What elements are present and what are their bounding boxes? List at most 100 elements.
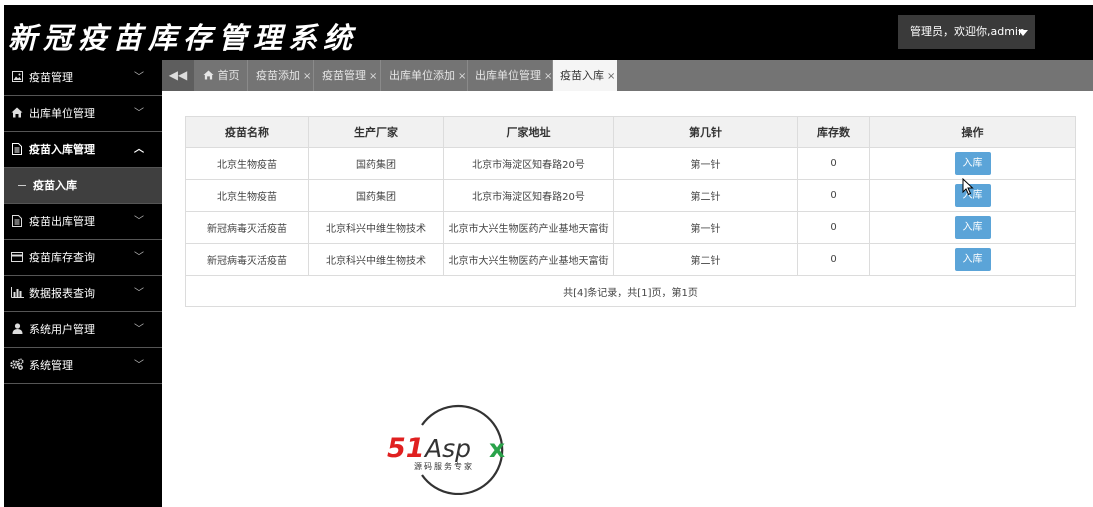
chevron-down-icon: ﹀ (134, 252, 144, 263)
sidebar-item-outbound[interactable]: 疫苗出库管理 ﹀ (4, 204, 162, 240)
home-icon (203, 69, 218, 82)
cell-name: 北京生物疫苗 (185, 147, 309, 180)
app: 新冠疫苗库存管理系统 管理员，欢迎你,admin 疫苗管理 ﹀ 出库单位管理 ﹀… (0, 0, 1093, 507)
cell-action: 入库 (869, 211, 1076, 244)
table-row: 新冠病毒灭活疫苗 北京科兴中维生物技术 北京市大兴生物医药产业基地天富街 第一针… (185, 211, 1076, 244)
inbound-button[interactable]: 入库 (954, 152, 991, 175)
tab-unit-add[interactable]: 出库单位添加 × (382, 60, 468, 91)
vaccine-table: 疫苗名称 生产厂家 厂家地址 第几针 库存数 操作 北京生物疫苗 国药集团 北京… (185, 116, 1076, 307)
column-header: 疫苗名称 (185, 116, 309, 148)
user-icon (10, 312, 24, 348)
sidebar: 疫苗管理 ﹀ 出库单位管理 ﹀ 疫苗入库管理 ︿ 疫苗入库 疫苗出库管理 ﹀ 疫… (4, 60, 162, 507)
cell-address: 北京市海淀区知春路20号 (443, 147, 614, 180)
watermark-logo: 51 Asp x 源码服务专家 (385, 403, 515, 496)
table-row: 北京生物疫苗 国药集团 北京市海淀区知春路20号 第一针 0 入库 (185, 147, 1076, 180)
close-icon[interactable]: × (303, 71, 311, 82)
sidebar-item-label: 疫苗出库管理 (29, 215, 95, 228)
tab-vaccine-add[interactable]: 疫苗添加 × (249, 60, 314, 91)
table-header-row: 疫苗名称 生产厂家 厂家地址 第几针 库存数 操作 (185, 116, 1076, 148)
column-header: 第几针 (613, 116, 798, 148)
column-header: 操作 (869, 116, 1076, 148)
tab-home[interactable]: 首页 (196, 60, 248, 91)
tab-label: 疫苗入库 (560, 69, 604, 82)
sidebar-item-label: 系统用户管理 (29, 323, 95, 336)
sidebar-item-label: 系统管理 (29, 359, 73, 372)
scroll-left-button[interactable]: ◀◀ (162, 60, 194, 91)
tab-label: 疫苗管理 (322, 69, 366, 82)
cell-name: 北京生物疫苗 (185, 179, 309, 212)
cell-maker: 北京科兴中维生物技术 (308, 211, 444, 244)
cell-address: 北京市大兴生物医药产业基地天富街 (443, 243, 614, 276)
sidebar-item-vaccine[interactable]: 疫苗管理 ﹀ (4, 60, 162, 96)
cell-action: 入库 (869, 243, 1076, 276)
tab-bar: ◀◀ 首页 疫苗添加 × 疫苗管理 × 出库单位添加 × 出库单位管理 × 疫苗入库 × (162, 60, 1093, 91)
sidebar-item-stock-query[interactable]: 疫苗库存查询 ﹀ (4, 240, 162, 276)
sidebar-item-label: 疫苗库存查询 (29, 251, 95, 264)
sidebar-item-users[interactable]: 系统用户管理 ﹀ (4, 312, 162, 348)
pager-row: 共[4]条记录，共[1]页，第1页 (185, 275, 1076, 307)
logo-brand-green: x (489, 434, 505, 463)
home-icon (10, 96, 24, 132)
header: 新冠疫苗库存管理系统 管理员，欢迎你,admin (4, 5, 1093, 60)
close-icon[interactable]: × (544, 71, 552, 82)
sidebar-item-outbound-unit[interactable]: 出库单位管理 ﹀ (4, 96, 162, 132)
gears-icon (10, 348, 24, 384)
cell-dose: 第二针 (613, 243, 798, 276)
tab-vaccine-manage[interactable]: 疫苗管理 × (315, 60, 381, 91)
inbound-button[interactable]: 入库 (954, 216, 991, 239)
logo-brand-red: 51 (387, 433, 425, 464)
table-row: 新冠病毒灭活疫苗 北京科兴中维生物技术 北京市大兴生物医药产业基地天富街 第二针… (185, 243, 1076, 276)
sidebar-item-label: 出库单位管理 (29, 107, 95, 120)
cell-address: 北京市海淀区知春路20号 (443, 179, 614, 212)
cell-dose: 第一针 (613, 147, 798, 180)
tab-label: 出库单位添加 (389, 69, 455, 82)
close-icon[interactable]: × (458, 71, 466, 82)
cell-stock: 0 (797, 243, 870, 276)
cell-name: 新冠病毒灭活疫苗 (185, 243, 309, 276)
tab-unit-manage[interactable]: 出库单位管理 × (468, 60, 553, 91)
tab-label: 出库单位管理 (475, 69, 541, 82)
logo-brand-dark: Asp (423, 434, 471, 463)
mouse-cursor-icon (962, 178, 974, 196)
chevron-down-icon: ﹀ (134, 216, 144, 227)
column-header: 生产厂家 (308, 116, 444, 148)
chevron-down-icon: ﹀ (134, 108, 144, 119)
cell-action: 入库 (869, 147, 1076, 180)
sidebar-subitem-label: 疫苗入库 (33, 179, 77, 192)
tab-label: 首页 (217, 69, 240, 82)
cell-address: 北京市大兴生物医药产业基地天富街 (443, 211, 614, 244)
sidebar-item-report[interactable]: 数据报表查询 ﹀ (4, 276, 162, 312)
sidebar-subitem-inbound[interactable]: 疫苗入库 (4, 168, 162, 204)
tab-label: 疫苗添加 (256, 69, 300, 82)
document-icon (10, 204, 24, 240)
tree-line (18, 185, 26, 186)
table-row: 北京生物疫苗 国药集团 北京市海淀区知春路20号 第二针 0 入库 (185, 179, 1076, 212)
chevron-up-icon: ︿ (134, 144, 144, 155)
cell-name: 新冠病毒灭活疫苗 (185, 211, 309, 244)
cell-stock: 0 (797, 211, 870, 244)
pager-text: 共[4]条记录，共[1]页，第1页 (185, 275, 1076, 307)
cell-maker: 国药集团 (308, 147, 444, 180)
sidebar-item-label: 疫苗入库管理 (29, 143, 95, 156)
sidebar-item-label: 疫苗管理 (29, 71, 73, 84)
cell-stock: 0 (797, 179, 870, 212)
column-header: 厂家地址 (443, 116, 614, 148)
user-menu[interactable]: 管理员，欢迎你,admin (898, 15, 1035, 49)
chevron-down-icon: ﹀ (134, 324, 144, 335)
close-icon[interactable]: × (369, 71, 377, 82)
inbound-button[interactable]: 入库 (954, 248, 991, 271)
image-icon (10, 60, 24, 96)
sidebar-item-label: 数据报表查询 (29, 287, 95, 300)
app-title: 新冠疫苗库存管理系统 (8, 21, 359, 55)
caret-down-icon (1018, 30, 1028, 36)
cell-maker: 国药集团 (308, 179, 444, 212)
logo-tagline: 源码服务专家 (414, 461, 474, 471)
cell-stock: 0 (797, 147, 870, 180)
cell-maker: 北京科兴中维生物技术 (308, 243, 444, 276)
column-header: 库存数 (797, 116, 870, 148)
sidebar-item-system[interactable]: 系统管理 ﹀ (4, 348, 162, 384)
close-icon[interactable]: × (607, 71, 615, 82)
sidebar-item-inbound[interactable]: 疫苗入库管理 ︿ (4, 132, 162, 168)
cell-dose: 第二针 (613, 179, 798, 212)
tab-inbound[interactable]: 疫苗入库 × (553, 60, 617, 91)
